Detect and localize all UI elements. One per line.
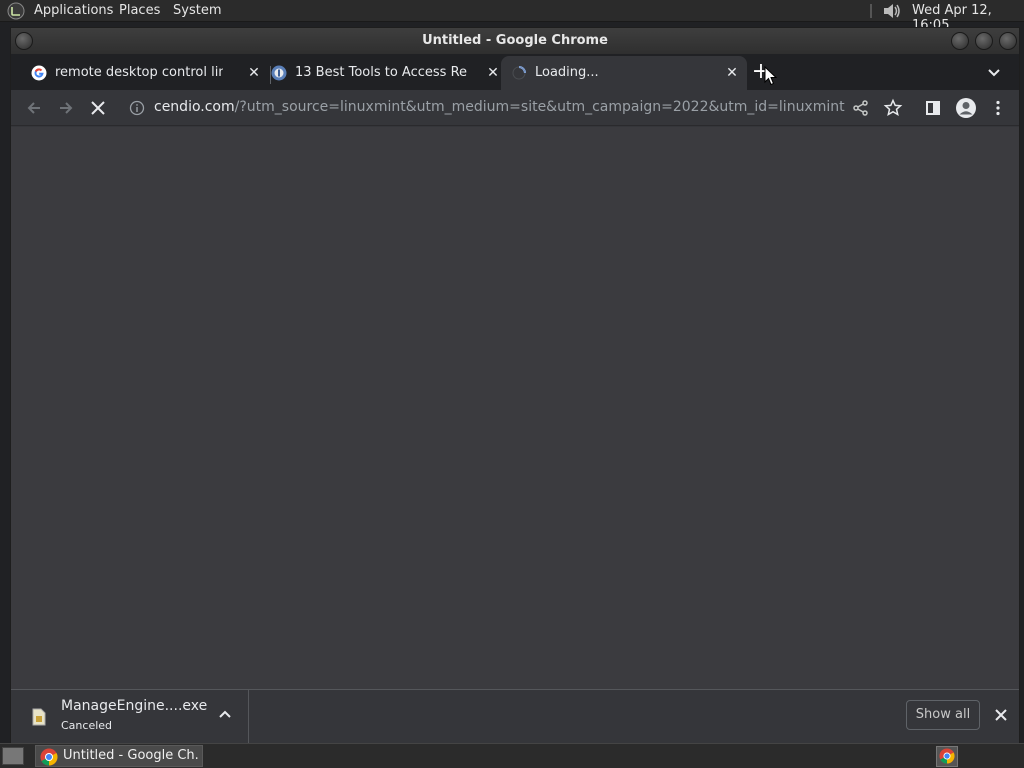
show-desktop-button[interactable] bbox=[2, 747, 24, 765]
url-text[interactable]: cendio.com/?utm_source=linuxmint&utm_med… bbox=[154, 99, 845, 115]
bookmark-star-icon[interactable] bbox=[883, 98, 903, 118]
menu-places[interactable]: Places bbox=[119, 3, 160, 18]
tray-chrome-icon[interactable] bbox=[936, 746, 958, 767]
taskbar-window-title: Untitled - Google Ch... bbox=[63, 748, 199, 763]
chevron-down-icon[interactable] bbox=[986, 64, 1002, 80]
back-arrow-icon[interactable] bbox=[24, 98, 44, 118]
tab-best-tools[interactable]: 13 Best Tools to Access Rem ✕ bbox=[261, 56, 499, 90]
chrome-icon bbox=[939, 748, 955, 764]
forward-arrow-icon[interactable] bbox=[56, 98, 76, 118]
chevron-up-icon[interactable] bbox=[217, 707, 233, 723]
stop-icon[interactable] bbox=[88, 98, 108, 118]
site-icon bbox=[271, 65, 287, 81]
mouse-cursor-icon bbox=[764, 66, 778, 86]
chrome-icon bbox=[40, 748, 58, 766]
loading-spinner-icon bbox=[512, 66, 526, 80]
share-icon[interactable] bbox=[851, 98, 871, 118]
top-panel: Applications Places System Wed Apr 12, 1… bbox=[0, 0, 1024, 33]
download-file-name: ManageEngine....exe bbox=[61, 698, 208, 714]
download-shelf: ManageEngine....exe Canceled Show all bbox=[11, 689, 1019, 743]
mint-menu-icon[interactable] bbox=[6, 2, 26, 20]
minimize-button[interactable] bbox=[951, 32, 969, 50]
menu-system[interactable]: System bbox=[173, 3, 221, 18]
show-all-button[interactable]: Show all bbox=[906, 700, 980, 730]
side-panel-icon[interactable] bbox=[923, 98, 943, 118]
url-path: /?utm_source=linuxmint&utm_medium=site&u… bbox=[234, 99, 845, 115]
close-icon[interactable]: ✕ bbox=[485, 65, 501, 81]
tab-title: 13 Best Tools to Access Rem bbox=[295, 65, 467, 80]
taskbar-window-chrome[interactable]: Untitled - Google Ch... bbox=[35, 745, 203, 767]
close-window-button[interactable] bbox=[999, 32, 1017, 50]
tab-remote-desktop[interactable]: remote desktop control linux - ✕ bbox=[21, 56, 262, 90]
tab-strip: remote desktop control linux - ✕ 13 Best… bbox=[11, 54, 1019, 90]
tab-loading[interactable]: Loading... ✕ bbox=[501, 56, 747, 90]
tab-title: remote desktop control linux - bbox=[55, 65, 223, 80]
close-icon[interactable]: ✕ bbox=[246, 65, 262, 81]
volume-icon[interactable] bbox=[880, 1, 904, 21]
address-bar[interactable]: cendio.com/?utm_source=linuxmint&utm_med… bbox=[123, 94, 909, 122]
window-menu-button[interactable] bbox=[15, 32, 33, 50]
maximize-button[interactable] bbox=[975, 32, 993, 50]
info-icon[interactable] bbox=[129, 100, 145, 116]
browser-toolbar: cendio.com/?utm_source=linuxmint&utm_med… bbox=[11, 90, 1019, 126]
window-title: Untitled - Google Chrome bbox=[422, 33, 608, 48]
close-icon[interactable] bbox=[993, 707, 1009, 723]
menu-applications[interactable]: Applications bbox=[34, 3, 113, 18]
window-titlebar[interactable]: Untitled - Google Chrome bbox=[11, 28, 1019, 54]
download-item[interactable]: ManageEngine....exe Canceled bbox=[11, 690, 249, 743]
file-icon bbox=[32, 708, 46, 726]
taskbar: Untitled - Google Ch... bbox=[0, 743, 1024, 768]
page-content[interactable] bbox=[11, 127, 1019, 689]
more-menu-icon[interactable] bbox=[988, 98, 1008, 118]
profile-avatar-icon[interactable] bbox=[955, 97, 977, 119]
tab-title: Loading... bbox=[535, 65, 599, 80]
panel-separator bbox=[870, 4, 872, 18]
chrome-window: Untitled - Google Chrome remote desktop … bbox=[10, 27, 1020, 743]
url-host: cendio.com bbox=[154, 99, 235, 115]
download-status: Canceled bbox=[61, 719, 113, 732]
google-icon bbox=[31, 65, 47, 81]
close-icon[interactable]: ✕ bbox=[724, 65, 740, 81]
